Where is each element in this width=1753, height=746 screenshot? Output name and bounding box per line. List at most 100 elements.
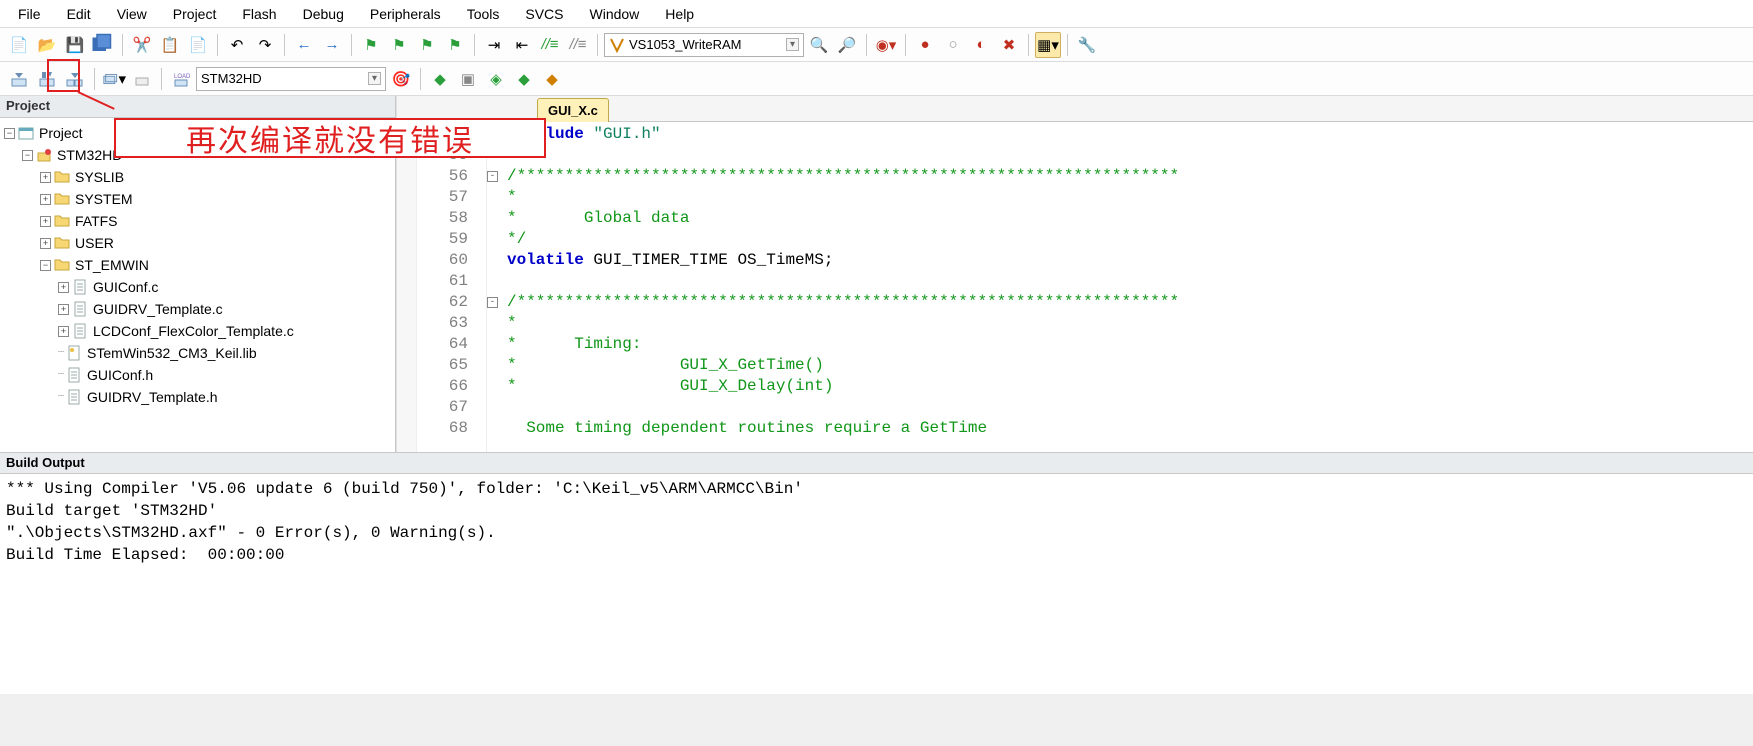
copy-button[interactable]: 📋 [157, 32, 183, 58]
menu-flash[interactable]: Flash [230, 2, 288, 26]
tree-label: SYSTEM [73, 188, 133, 210]
tree-group-system[interactable]: + SYSTEM [2, 188, 393, 210]
uncomment-button[interactable]: //≡ [565, 32, 591, 58]
comment-button[interactable]: //≡ [537, 32, 563, 58]
separator-icon [122, 34, 123, 56]
expander-icon[interactable]: + [40, 238, 51, 249]
code-editor: GUI_X.c 545556575859606162636465666768 -… [396, 96, 1753, 452]
expander-icon[interactable]: − [40, 260, 51, 271]
cut-button[interactable]: ✂️ [129, 32, 155, 58]
expander-icon[interactable]: + [40, 172, 51, 183]
paste-button[interactable]: 📄 [185, 32, 211, 58]
toolbar-main: 📄 📂 💾 ✂️ 📋 📄 ↶ ↷ ← → ⚑ ⚑ ⚑ ⚑ ⇥ ⇤ //≡ //≡… [0, 28, 1753, 62]
tree-file[interactable]: + LCDConf_FlexColor_Template.c [2, 320, 393, 342]
breakpoint-disable-button[interactable]: ◐ [968, 32, 994, 58]
separator-icon [420, 68, 421, 90]
tree-label: GUIDRV_Template.h [85, 386, 217, 408]
stop-build-button[interactable] [129, 66, 155, 92]
fold-icon[interactable]: - [487, 297, 498, 308]
expander-icon[interactable]: + [58, 282, 69, 293]
save-button[interactable]: 💾 [62, 32, 88, 58]
save-all-button[interactable] [90, 32, 116, 58]
pack-installer-button[interactable]: ◈ [483, 66, 509, 92]
expander-icon[interactable]: + [58, 304, 69, 315]
tree-file[interactable]: ┈GUIConf.h [2, 364, 393, 386]
tree-file[interactable]: +GUIDRV_Template.c [2, 298, 393, 320]
tree-file[interactable]: ┈GUIDRV_Template.h [2, 386, 393, 408]
menu-svcs[interactable]: SVCS [513, 2, 575, 26]
tree-icon [53, 168, 71, 186]
fold-icon[interactable]: - [487, 171, 498, 182]
new-file-button[interactable]: 📄 [6, 32, 32, 58]
bookmark-clear-button[interactable]: ⚑ [442, 32, 468, 58]
tree-group-fatfs[interactable]: +FATFS [2, 210, 393, 232]
nav-forward-button[interactable]: → [319, 32, 345, 58]
project-tree[interactable]: −Project−STM32HD+SYSLIB+SYSTEM+FATFS+USE… [0, 118, 395, 452]
open-file-button[interactable]: 📂 [34, 32, 60, 58]
undo-button[interactable]: ↶ [224, 32, 250, 58]
bookmark-toggle-button[interactable]: ⚑ [358, 32, 384, 58]
find-in-files-button[interactable]: 🔍 [806, 32, 832, 58]
tree-icon [35, 146, 53, 164]
build-output-title: Build Output [0, 452, 1753, 474]
project-panel-title: Project [0, 96, 395, 118]
select-pack-button[interactable]: ▣ [455, 66, 481, 92]
tree-icon [65, 366, 83, 384]
build-output[interactable]: *** Using Compiler 'V5.06 update 6 (buil… [0, 474, 1753, 694]
breakpoint-insert-button[interactable]: ● [912, 32, 938, 58]
expander-icon[interactable]: + [40, 216, 51, 227]
tree-group-syslib[interactable]: +SYSLIB [2, 166, 393, 188]
separator-icon [1067, 34, 1068, 56]
configure-button[interactable]: 🔧 [1074, 32, 1100, 58]
separator-icon [94, 68, 95, 90]
workspace: Project 再次编译就没有错误 −Project−STM32HD+SYSLI… [0, 96, 1753, 452]
download-button[interactable]: LOAD [168, 66, 194, 92]
tree-group-user[interactable]: +USER [2, 232, 393, 254]
bookmark-next-button[interactable]: ⚑ [414, 32, 440, 58]
debug-run-button[interactable]: ◉▾ [873, 32, 899, 58]
menu-file[interactable]: File [6, 2, 53, 26]
tree-icon [53, 256, 71, 274]
tree-file[interactable]: +GUIConf.c [2, 276, 393, 298]
separator-icon [905, 34, 906, 56]
menu-peripherals[interactable]: Peripherals [358, 2, 453, 26]
tree-label: LCDConf_FlexColor_Template.c [91, 320, 294, 342]
help-button[interactable]: ◆ [539, 66, 565, 92]
menu-project[interactable]: Project [161, 2, 229, 26]
menu-edit[interactable]: Edit [55, 2, 103, 26]
window-layout-button[interactable]: ▦▾ [1035, 32, 1061, 58]
redo-button[interactable]: ↷ [252, 32, 278, 58]
function-combo[interactable]: VS1053_WriteRAM ▾ [604, 33, 804, 57]
menu-help[interactable]: Help [653, 2, 706, 26]
menu-view[interactable]: View [105, 2, 159, 26]
expander-icon[interactable]: − [4, 128, 15, 139]
find-button[interactable]: 🔎 [834, 32, 860, 58]
code-area[interactable]: 545556575859606162636465666768 - - #incl… [397, 122, 1753, 452]
outdent-button[interactable]: ⇤ [509, 32, 535, 58]
target-options-button[interactable]: 🎯 [388, 66, 414, 92]
manage-rte-button[interactable]: ◆ [427, 66, 453, 92]
batch-build-button[interactable]: ▾ [101, 66, 127, 92]
menu-debug[interactable]: Debug [291, 2, 356, 26]
tree-label: STemWin532_CM3_Keil.lib [85, 342, 257, 364]
menu-window[interactable]: Window [578, 2, 652, 26]
bookmark-prev-button[interactable]: ⚑ [386, 32, 412, 58]
menu-tools[interactable]: Tools [455, 2, 512, 26]
tab-label: GUI_X.c [548, 103, 598, 118]
expander-icon[interactable]: + [58, 326, 69, 337]
project-panel: Project 再次编译就没有错误 −Project−STM32HD+SYSLI… [0, 96, 396, 452]
books-button[interactable]: ◆ [511, 66, 537, 92]
nav-back-button[interactable]: ← [291, 32, 317, 58]
tree-icon [53, 190, 71, 208]
indent-button[interactable]: ⇥ [481, 32, 507, 58]
target-combo[interactable]: STM32HD ▾ [196, 67, 386, 91]
code-text[interactable]: #include "GUI.h" /**********************… [503, 122, 1753, 452]
tree-group-st-emwin[interactable]: −ST_EMWIN [2, 254, 393, 276]
tree-file[interactable]: ┈STemWin532_CM3_Keil.lib [2, 342, 393, 364]
breakpoint-kill-button[interactable]: ✖ [996, 32, 1022, 58]
expander-icon[interactable]: − [22, 150, 33, 161]
breakpoint-enable-button[interactable]: ○ [940, 32, 966, 58]
translate-button[interactable] [6, 66, 32, 92]
expander-icon[interactable]: + [40, 194, 51, 205]
tab-gui-x[interactable]: GUI_X.c [537, 98, 609, 122]
